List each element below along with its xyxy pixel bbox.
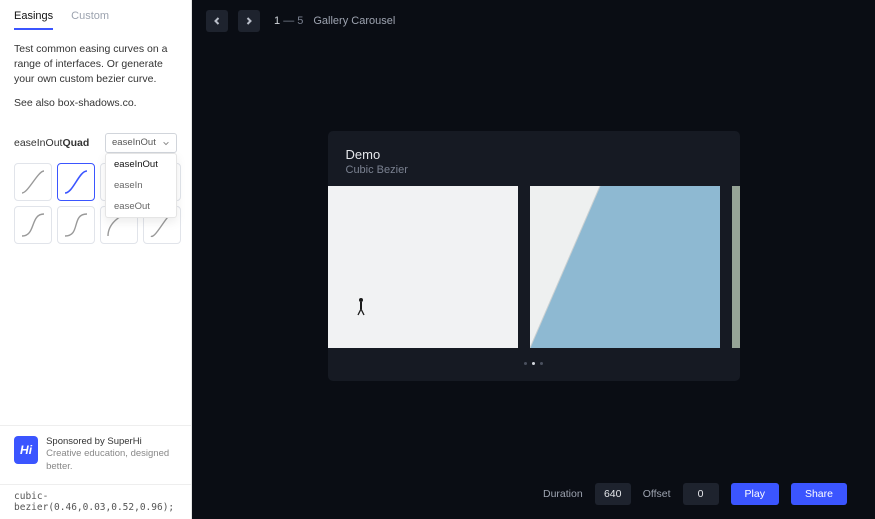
carousel-slide	[328, 186, 518, 348]
description-p1: Test common easing curves on a range of …	[14, 42, 177, 88]
dot[interactable]	[540, 362, 543, 365]
sidebar-description: Test common easing curves on a range of …	[0, 30, 191, 127]
easing-select-row: easeInOutQuad easeInOut easeInOut easeIn…	[0, 127, 191, 161]
share-button[interactable]: Share	[791, 483, 847, 505]
tab-custom[interactable]: Custom	[71, 10, 109, 30]
demo-title: Demo	[346, 147, 722, 162]
tab-easings[interactable]: Easings	[14, 10, 53, 30]
duration-label: Duration	[543, 488, 583, 500]
curve-quint[interactable]	[14, 206, 52, 244]
dropdown-option[interactable]: easeIn	[106, 175, 176, 196]
example-counter: 1 — 5	[274, 15, 303, 27]
duration-input[interactable]	[595, 483, 631, 505]
example-title: Gallery Carousel	[313, 15, 395, 27]
offset-input[interactable]	[683, 483, 719, 505]
dropdown-menu: easeInOut easeIn easeOut	[105, 153, 177, 218]
main-area: 1 — 5 Gallery Carousel Demo Cubic Bezier	[192, 0, 875, 519]
chevron-left-icon	[212, 16, 222, 26]
description-p2: See also box-shadows.co.	[14, 96, 177, 111]
dot[interactable]	[532, 362, 535, 365]
prev-button[interactable]	[206, 10, 228, 32]
demo-subtitle: Cubic Bezier	[346, 164, 722, 176]
curve-sine[interactable]	[14, 163, 52, 201]
demo-card: Demo Cubic Bezier	[328, 131, 740, 381]
curve-expo[interactable]	[57, 206, 95, 244]
bottom-controls: Duration Offset Play Share	[543, 483, 847, 505]
chevron-down-icon	[162, 139, 170, 147]
sidebar: Easings Custom Test common easing curves…	[0, 0, 192, 519]
easing-type-dropdown[interactable]: easeInOut	[105, 133, 177, 153]
sponsor-logo: Hi	[14, 436, 38, 464]
easing-name: easeInOutQuad	[14, 137, 89, 149]
offset-label: Offset	[643, 488, 671, 500]
sidebar-tabs: Easings Custom	[0, 0, 191, 30]
carousel[interactable]	[328, 186, 740, 348]
sponsor-block[interactable]: Hi Sponsored by SuperHi Creative educati…	[0, 425, 191, 484]
play-button[interactable]: Play	[731, 483, 779, 505]
stage: Demo Cubic Bezier	[192, 42, 875, 519]
carousel-dots	[328, 362, 740, 365]
sponsor-text: Sponsored by SuperHi Creative education,…	[46, 436, 177, 474]
dot[interactable]	[524, 362, 527, 365]
topbar: 1 — 5 Gallery Carousel	[192, 0, 875, 42]
chevron-right-icon	[244, 16, 254, 26]
bezier-code: cubic-bezier(0.46,0.03,0.52,0.96);	[0, 484, 191, 519]
carousel-slide	[732, 186, 740, 348]
dropdown-option[interactable]: easeInOut	[106, 154, 176, 175]
carousel-slide	[530, 186, 720, 348]
next-button[interactable]	[238, 10, 260, 32]
dropdown-option[interactable]: easeOut	[106, 196, 176, 217]
curve-quad[interactable]	[57, 163, 95, 201]
